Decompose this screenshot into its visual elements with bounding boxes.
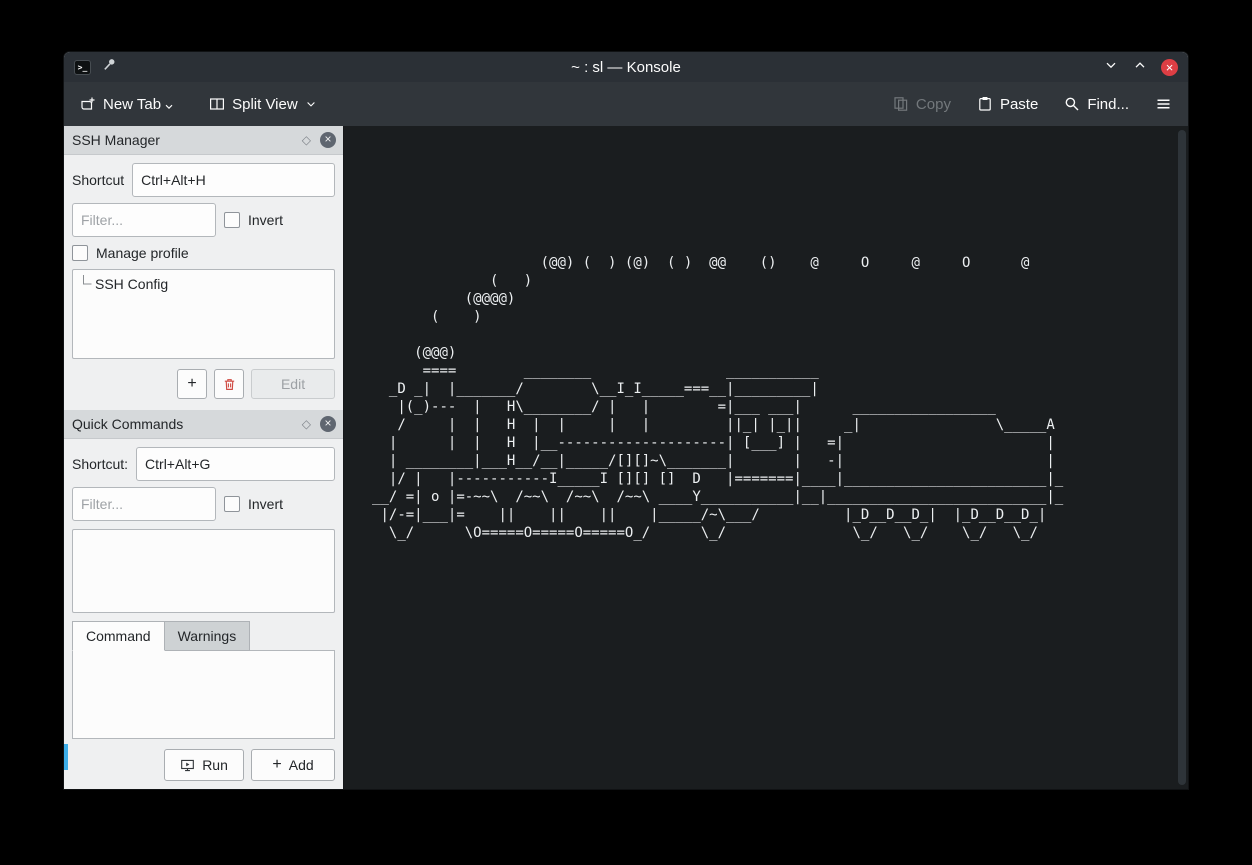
close-icon: ×: [325, 416, 332, 430]
ssh-manager-title: SSH Manager: [72, 132, 293, 148]
terminal-output[interactable]: (@@) ( ) (@) ( ) @@ () @ O @ O @ ( ) (@@…: [344, 126, 1188, 542]
qc-command-list[interactable]: [72, 529, 335, 613]
paste-button[interactable]: Paste: [977, 96, 1038, 113]
copy-icon: [893, 96, 909, 112]
quick-commands-panel: Quick Commands ◇ × Shortcut: Invert: [64, 410, 343, 789]
shortcut-label: Shortcut: [72, 172, 124, 188]
close-panel-button[interactable]: ×: [320, 132, 336, 148]
manage-profile-label: Manage profile: [96, 245, 189, 261]
copy-label: Copy: [916, 96, 951, 113]
maximize-button[interactable]: [1132, 57, 1148, 78]
profile-label: SSH Config: [95, 276, 168, 292]
terminal-view: (@@) ( ) (@) ( ) @@ () @ O @ O @ ( ) (@@…: [344, 126, 1188, 789]
chevron-up-icon: [1132, 57, 1148, 73]
konsole-window: >_ ~ : sl — Konsole ×: [64, 52, 1188, 789]
ssh-profile-list[interactable]: SSH Config: [72, 269, 335, 359]
ssh-invert-checkbox[interactable]: [224, 212, 240, 228]
qc-tabs: Command Warnings: [72, 621, 335, 651]
search-icon: [1064, 96, 1080, 112]
toolbar: New Tab Split View Copy: [64, 82, 1188, 126]
ssh-shortcut-input[interactable]: [132, 163, 335, 197]
copy-button[interactable]: Copy: [893, 96, 951, 113]
terminal-scrollbar[interactable]: [1178, 130, 1186, 785]
minimize-button[interactable]: [1103, 57, 1119, 78]
close-button[interactable]: ×: [1161, 59, 1178, 76]
pin-icon[interactable]: [102, 57, 117, 77]
scrollbar-thumb[interactable]: [1178, 130, 1186, 785]
command-editor[interactable]: [72, 650, 335, 739]
run-command-button[interactable]: Run: [164, 749, 244, 781]
chevron-down-icon: [305, 98, 317, 110]
qc-filter-input[interactable]: [72, 487, 216, 521]
add-command-button[interactable]: + Add: [251, 749, 335, 781]
new-tab-label: New Tab: [103, 96, 161, 113]
split-view-icon: [209, 96, 225, 112]
diamond-icon: ◇: [302, 417, 311, 431]
ssh-invert-label: Invert: [248, 212, 283, 228]
manage-profile-checkbox[interactable]: [72, 245, 88, 261]
new-tab-button[interactable]: New Tab: [80, 96, 173, 113]
diamond-icon: ◇: [302, 133, 311, 147]
paste-label: Paste: [1000, 96, 1038, 113]
hamburger-icon: [1155, 96, 1172, 112]
plus-icon: +: [187, 376, 196, 392]
paste-icon: [977, 96, 993, 112]
tab-warnings[interactable]: Warnings: [164, 621, 251, 651]
menu-button[interactable]: [1155, 96, 1172, 112]
add-label: Add: [289, 757, 314, 773]
close-icon: ×: [1166, 61, 1174, 74]
konsole-app-icon: >_: [74, 60, 91, 75]
close-panel-button[interactable]: ×: [320, 416, 336, 432]
titlebar: >_ ~ : sl — Konsole ×: [64, 52, 1188, 82]
qc-invert-checkbox[interactable]: [224, 496, 240, 512]
plus-icon: +: [272, 757, 281, 773]
left-dock: SSH Manager ◇ × Shortcut Invert: [64, 126, 344, 789]
ssh-filter-input[interactable]: [72, 203, 216, 237]
qc-invert-label: Invert: [248, 496, 283, 512]
split-view-button[interactable]: Split View: [209, 96, 317, 113]
tab-command-label: Command: [86, 628, 151, 644]
ssh-manager-panel: SSH Manager ◇ × Shortcut Invert: [64, 126, 343, 410]
tab-command[interactable]: Command: [72, 621, 165, 651]
float-panel-button[interactable]: ◇: [302, 134, 311, 146]
trash-icon: [222, 377, 237, 392]
window-title: ~ : sl — Konsole: [64, 59, 1188, 76]
add-profile-button[interactable]: +: [177, 369, 207, 399]
tab-warnings-label: Warnings: [178, 628, 237, 644]
qc-shortcut-input[interactable]: [136, 447, 335, 481]
chevron-down-icon: [1103, 57, 1119, 73]
close-icon: ×: [325, 132, 332, 146]
run-label: Run: [202, 757, 228, 773]
shortcut-label: Shortcut:: [72, 456, 128, 472]
split-view-label: Split View: [232, 96, 298, 113]
tree-branch-icon: [79, 275, 92, 293]
list-item[interactable]: SSH Config: [79, 274, 328, 294]
float-panel-button[interactable]: ◇: [302, 418, 311, 430]
prompt-glyph: >_: [78, 63, 88, 72]
run-icon: [180, 758, 195, 773]
find-button[interactable]: Find...: [1064, 96, 1129, 113]
delete-profile-button[interactable]: [214, 369, 244, 399]
ssh-manager-header: SSH Manager ◇ ×: [64, 126, 343, 155]
find-label: Find...: [1087, 96, 1129, 113]
dropdown-arrow-icon: [165, 104, 173, 110]
new-tab-icon: [80, 96, 96, 112]
quick-commands-header: Quick Commands ◇ ×: [64, 410, 343, 439]
edit-label: Edit: [281, 376, 305, 392]
quick-commands-title: Quick Commands: [72, 416, 293, 432]
edit-profile-button[interactable]: Edit: [251, 369, 335, 399]
focus-indicator: [64, 744, 68, 770]
